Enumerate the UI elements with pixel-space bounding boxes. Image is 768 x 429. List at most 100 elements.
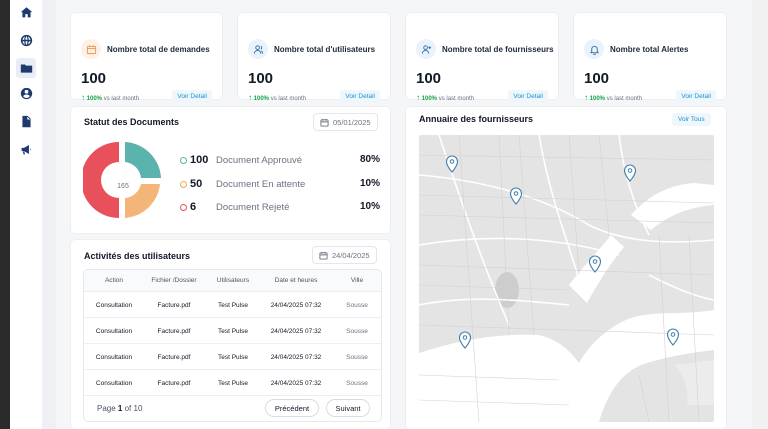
stat-title: Nombre total de fournisseurs	[442, 45, 554, 54]
legend-count: 50	[190, 178, 203, 190]
donut-slice-approuve	[125, 142, 161, 178]
activities-date: 24/04/2025	[332, 250, 370, 260]
table-row[interactable]: Consultation Facture.pdf Test Pulse 24/0…	[84, 292, 381, 318]
page-total: 10	[133, 404, 143, 413]
cell-file: Facture.pdf	[157, 328, 191, 335]
column-header: Utilisateurs	[216, 277, 250, 284]
legend-dot	[180, 157, 187, 164]
stat-trend: ↑ 100% vs last month	[584, 93, 642, 102]
cell-action: Consultation	[95, 328, 133, 335]
folder-icon[interactable]	[16, 58, 36, 78]
stat-trend: ↑ 100% vs last month	[416, 93, 474, 102]
stat-card-utilisateurs: Nombre total d'utilisateurs 100 ↑ 100% v…	[238, 13, 390, 103]
page-of: of	[124, 404, 132, 413]
home-icon[interactable]	[18, 4, 34, 20]
table-header: Action Fichier /Dossier Utilisateurs Dat…	[84, 270, 381, 292]
cell-datetime: 24/04/2025 07:32	[270, 380, 322, 387]
cell-user: Test Pulse	[218, 328, 248, 335]
cell-file: Facture.pdf	[157, 380, 191, 387]
map-pin-icon[interactable]	[509, 187, 523, 205]
cell-user: Test Pulse	[218, 354, 248, 361]
page-current: 1	[117, 404, 123, 413]
map-pin-icon[interactable]	[445, 155, 459, 173]
stat-title: Nombre total Alertes	[610, 45, 689, 54]
cell-city: Sousse	[346, 380, 368, 387]
voir-tous-button[interactable]: Voir Tous	[672, 113, 711, 126]
legend-percent: 10%	[359, 178, 380, 189]
column-header: Ville	[350, 277, 364, 284]
stat-card-fournisseurs: Nombre total de fournisseurs 100 ↑ 100% …	[406, 13, 558, 103]
stat-card-demandes: Nombre total de demandes 100 ↑ 100% vs l…	[71, 13, 222, 103]
arrow-up-icon: ↑	[416, 93, 420, 102]
cell-user: Test Pulse	[218, 380, 248, 387]
cell-city: Sousse	[346, 354, 368, 361]
trend-text: vs last month	[438, 96, 475, 102]
next-page-button[interactable]: Suivant	[326, 399, 370, 417]
cell-city: Sousse	[346, 328, 368, 335]
cell-user: Test Pulse	[218, 302, 248, 309]
voir-detail-button[interactable]: Voir Detail	[676, 90, 716, 103]
activities-title: Activités des utilisateurs	[84, 251, 191, 261]
trend-text: vs last month	[103, 96, 140, 102]
map-pin-icon[interactable]	[623, 164, 637, 182]
table-row[interactable]: Consultation Facture.pdf Test Pulse 24/0…	[84, 318, 381, 344]
window-frame-right	[752, 0, 768, 429]
trend-text: vs last month	[606, 96, 643, 102]
map-background	[419, 135, 714, 422]
table-row[interactable]: Consultation Facture.pdf Test Pulse 24/0…	[84, 344, 381, 370]
cell-action: Consultation	[95, 354, 133, 361]
stat-card-alertes: Nombre total Alertes 100 ↑ 100% vs last …	[574, 13, 726, 103]
legend-percent: 80%	[359, 154, 380, 165]
arrow-up-icon: ↑	[81, 93, 85, 102]
legend-label: Document Approuvé	[216, 155, 303, 166]
cell-datetime: 24/04/2025 07:32	[270, 354, 322, 361]
cell-city: Sousse	[346, 302, 368, 309]
legend-count: 6	[190, 201, 197, 213]
cell-action: Consultation	[95, 380, 133, 387]
stat-value: 100	[584, 70, 610, 87]
calendar-icon	[320, 118, 329, 127]
globe-icon[interactable]	[18, 32, 34, 48]
documents-date-picker[interactable]: 05/01/2025	[313, 113, 378, 131]
legend-label: Document En attente	[216, 179, 306, 190]
voir-detail-button[interactable]: Voir Detail	[508, 90, 548, 103]
stat-title: Nombre total de demandes	[107, 45, 210, 54]
stat-value: 100	[248, 70, 274, 87]
table-row[interactable]: Consultation Facture.pdf Test Pulse 24/0…	[84, 370, 381, 396]
trend-percent: 100%	[253, 96, 270, 102]
voir-detail-button[interactable]: Voir Detail	[340, 90, 380, 103]
legend-label: Document Rejeté	[216, 202, 290, 213]
stat-trend: ↑ 100% vs last month	[81, 93, 139, 102]
calendar-icon	[81, 39, 101, 59]
trend-text: vs last month	[270, 96, 307, 102]
sidebar	[10, 0, 42, 429]
map-pin-icon[interactable]	[458, 331, 472, 349]
activities-table: Action Fichier /Dossier Utilisateurs Dat…	[83, 269, 382, 422]
page-prefix: Page	[97, 404, 116, 413]
documents-donut-chart: 165	[83, 142, 161, 218]
trend-percent: 100%	[421, 96, 438, 102]
calendar-icon	[319, 251, 328, 260]
trend-percent: 100%	[86, 96, 103, 102]
activities-date-picker[interactable]: 24/04/2025	[312, 246, 377, 264]
user-plus-icon	[416, 39, 436, 59]
document-icon[interactable]	[18, 113, 34, 129]
map-pin-icon[interactable]	[666, 328, 680, 346]
legend-percent: 10%	[359, 201, 380, 212]
previous-page-button[interactable]: Précédent	[265, 399, 319, 417]
users-icon	[248, 39, 268, 59]
pagination-info: Page 1 of 10	[97, 404, 142, 413]
cell-datetime: 24/04/2025 07:32	[270, 328, 322, 335]
legend-row-attente: 50 Document En attente 10%	[180, 178, 380, 192]
voir-detail-button[interactable]: Voir Detail	[172, 90, 212, 103]
cell-datetime: 24/04/2025 07:32	[270, 302, 322, 309]
sidebar-divider	[42, 0, 56, 429]
column-header: Date et heures	[274, 277, 318, 284]
legend-row-approuve: 100 Document Approuvé 80%	[180, 154, 380, 168]
cell-file: Facture.pdf	[157, 302, 191, 309]
stat-trend: ↑ 100% vs last month	[248, 93, 306, 102]
user-icon[interactable]	[18, 85, 34, 101]
map-pin-icon[interactable]	[588, 255, 602, 273]
megaphone-icon[interactable]	[18, 141, 34, 157]
suppliers-map[interactable]	[419, 135, 714, 422]
